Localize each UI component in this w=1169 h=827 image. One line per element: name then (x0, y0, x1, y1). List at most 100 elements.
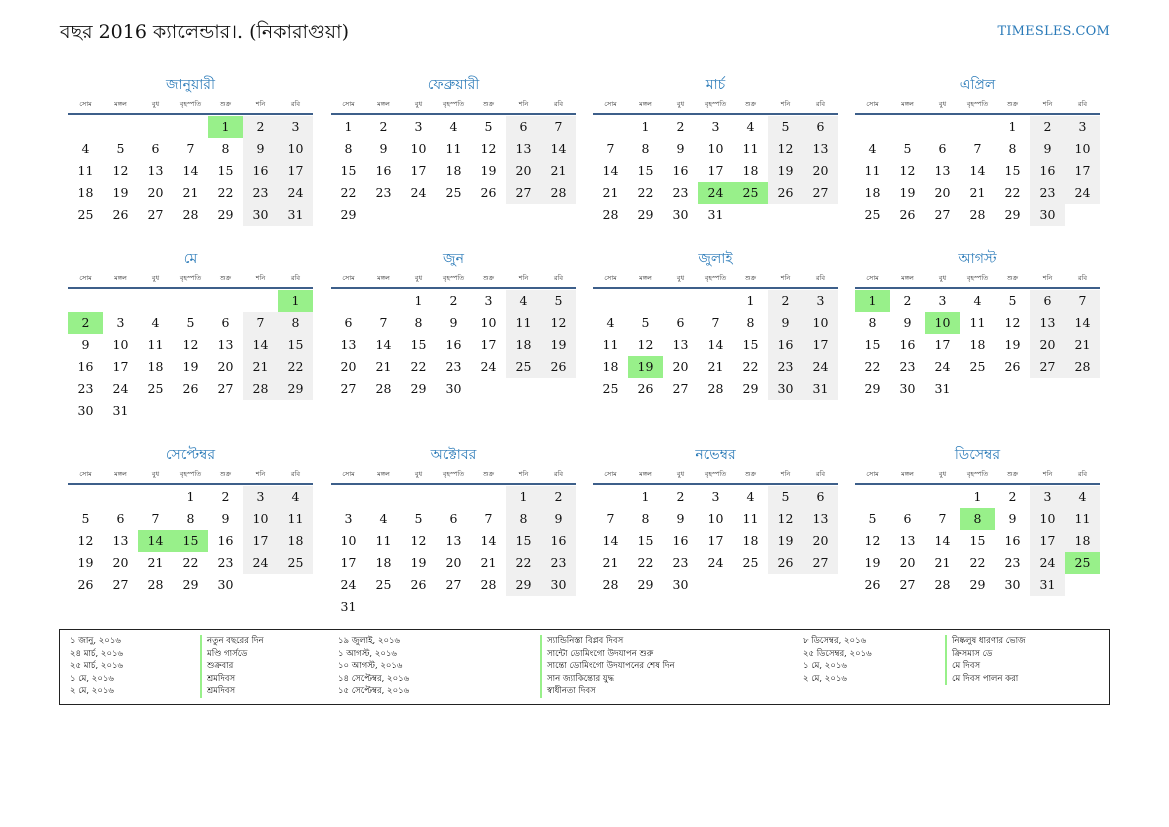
day-cell: 7 (243, 312, 278, 334)
holiday-date-column: ৮ ডিসেম্বর, ২০১৬ ২৫ ডিসেম্বর, ২০১৬ ১ মে, ২… (803, 635, 872, 685)
weekday-label: শুক্র (219, 470, 232, 478)
empty-cell (925, 486, 960, 508)
weekday-label: শুক্র (1006, 100, 1019, 108)
day-cell: 7 (1065, 290, 1100, 312)
day-cell: 13 (672, 337, 689, 352)
day-cell: 10 (480, 315, 497, 330)
day-cell: 30 (77, 403, 94, 418)
empty-cell (243, 290, 278, 312)
month-block: মার্চ সোম মঙ্গল বুধ বৃহস্পতি শুক্র শনি রবি 1 2 3 4 5… (593, 74, 838, 226)
day-cell: 13 (803, 138, 838, 160)
weekday-label: সোম (79, 470, 92, 478)
weekday-header: সোম মঙ্গল বুধ বৃহস্পতি শুক্র শনি রবি (331, 99, 576, 115)
day-cell: 22 (182, 555, 199, 570)
day-cell: 11 (445, 141, 462, 156)
day-cell: 11 (742, 511, 759, 526)
day-cell: 29 (637, 577, 654, 592)
weekday-label: সোম (866, 100, 879, 108)
day-cell: 10 (803, 312, 838, 334)
holiday-day-cell: 1 (208, 116, 243, 138)
weekday-label: বুধ (676, 470, 685, 478)
day-cell: 17 (934, 337, 951, 352)
empty-cell (68, 116, 103, 138)
weekday-label: শনি (255, 274, 266, 282)
day-cell: 18 (742, 163, 759, 178)
weekday-label: রবি (290, 274, 301, 282)
empty-cell (138, 486, 173, 508)
day-cell: 20 (112, 555, 129, 570)
day-cell: 9 (768, 312, 803, 334)
weekday-label: সোম (79, 274, 92, 282)
weekday-label: মঙ্গল (639, 274, 652, 282)
weekday-label: সোম (604, 274, 617, 282)
day-cell: 22 (340, 185, 357, 200)
day-cell: 25 (445, 185, 462, 200)
day-cell: 22 (1004, 185, 1021, 200)
site-link[interactable]: TIMESLES.COM (997, 24, 1110, 39)
day-cell: 27 (506, 182, 541, 204)
day-cell: 20 (147, 185, 164, 200)
day-cell: 4 (151, 315, 160, 330)
holiday-date: ২ মে, ২০১৬ (803, 673, 847, 684)
holiday-day-cell: 25 (733, 182, 768, 204)
day-cell: 4 (379, 511, 388, 526)
weekday-label: শনি (780, 470, 791, 478)
weekday-label: বুধ (676, 274, 685, 282)
day-cell: 28 (969, 207, 986, 222)
weekday-label: সোম (79, 100, 92, 108)
weekday-label: মঙ্গল (377, 274, 390, 282)
day-cell: 19 (182, 359, 199, 374)
day-cell: 6 (151, 141, 160, 156)
day-cell: 14 (707, 337, 724, 352)
empty-cell (698, 290, 733, 312)
day-cell: 29 (278, 378, 313, 400)
empty-cell (173, 116, 208, 138)
day-cell: 31 (707, 207, 724, 222)
day-cell: 26 (1004, 359, 1021, 374)
weekday-label: বৃহস্পতি (179, 274, 202, 282)
weekday-label: বৃহস্পতি (704, 100, 727, 108)
weekday-label: বৃহস্পতি (966, 100, 989, 108)
day-grid: 1 2 3 4 5 6 7 8 9 10 11 12 13 14 15 16 17 18 19 20 21 22 23 24 2… (331, 116, 576, 226)
day-cell: 8 (221, 141, 230, 156)
month-name: জুলাই (698, 251, 733, 267)
day-cell: 2 (221, 489, 230, 504)
day-cell: 1 (746, 293, 755, 308)
holiday-day-cell: 25 (1065, 552, 1100, 574)
day-cell: 17 (707, 533, 724, 548)
day-cell: 8 (641, 141, 650, 156)
weekday-label: শুক্র (482, 470, 495, 478)
holiday-day-cell: 2 (68, 312, 103, 334)
day-cell: 8 (641, 511, 650, 526)
weekday-label: রবি (1077, 470, 1088, 478)
day-cell: 1 (973, 489, 982, 504)
month-name: জানুয়ারী (166, 77, 215, 93)
day-cell: 28 (147, 577, 164, 592)
day-cell: 1 (344, 119, 353, 134)
day-grid: 1 2 3 4 5 6 7 8 9 10 11 12 13 14 15 16 17 18 19 20 21 22 23 24 2… (855, 486, 1100, 596)
day-cell: 27 (803, 182, 838, 204)
day-cell: 23 (1004, 555, 1021, 570)
day-cell: 4 (1065, 486, 1100, 508)
weekday-label: মঙ্গল (901, 470, 914, 478)
day-cell: 31 (278, 204, 313, 226)
day-cell: 21 (480, 555, 497, 570)
day-cell: 26 (541, 356, 576, 378)
day-cell: 2 (379, 119, 388, 134)
day-cell: 26 (768, 552, 803, 574)
day-cell: 27 (147, 207, 164, 222)
day-cell: 9 (243, 138, 278, 160)
weekday-label: বুধ (938, 274, 947, 282)
day-cell: 22 (969, 555, 986, 570)
day-cell: 27 (899, 577, 916, 592)
weekday-label: মঙ্গল (114, 274, 127, 282)
day-cell: 3 (1030, 486, 1065, 508)
day-cell: 17 (1030, 530, 1065, 552)
day-cell: 1 (506, 486, 541, 508)
day-cell: 2 (768, 290, 803, 312)
holiday-date: ২৫ ডিসেম্বর, ২০১৬ (803, 648, 872, 659)
empty-cell (103, 486, 138, 508)
day-cell: 23 (217, 555, 234, 570)
day-cell: 21 (375, 359, 392, 374)
day-cell: 10 (112, 337, 129, 352)
